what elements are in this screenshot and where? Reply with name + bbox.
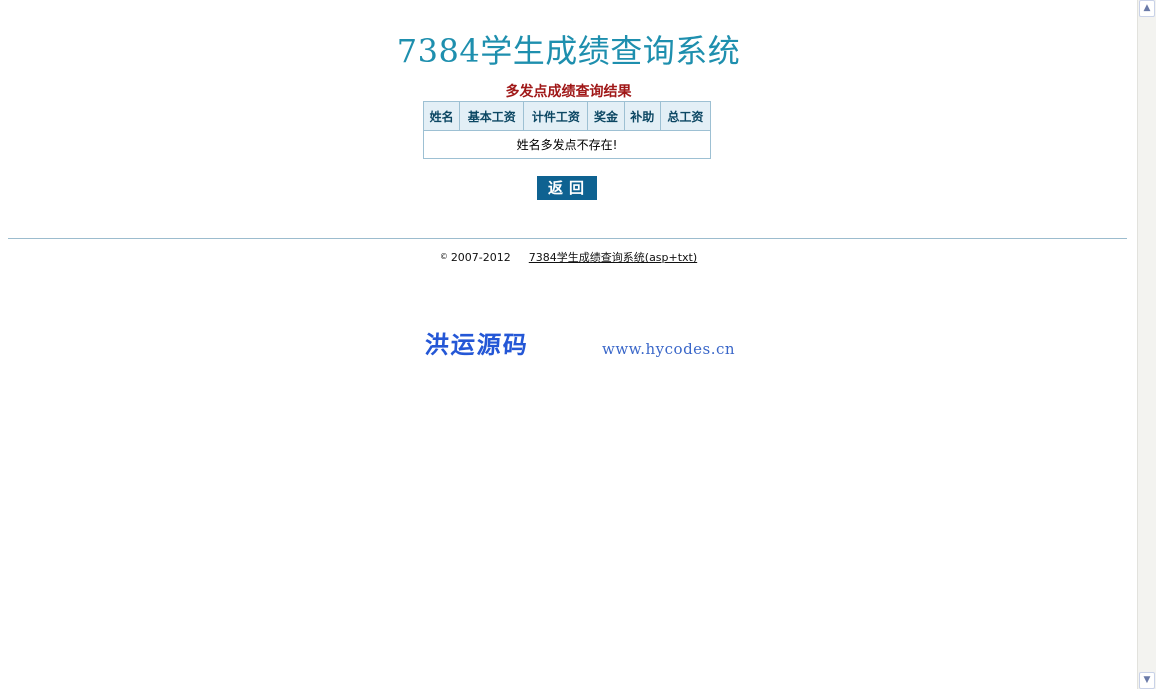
result-table: 姓名 基本工资 计件工资 奖金 补助 总工资 姓名多发点不存在! bbox=[422, 101, 712, 159]
back-button[interactable]: 返回 bbox=[537, 176, 597, 200]
copyright-years: 2007-2012 bbox=[450, 251, 511, 264]
page-viewport: 7384学生成绩查询系统 多发点成绩查询结果 姓名 基本工资 计件工资 奖金 补… bbox=[0, 0, 1137, 689]
scroll-down-icon[interactable]: ▼ bbox=[1139, 672, 1155, 689]
result-header-row: 姓名 基本工资 计件工资 奖金 补助 总工资 bbox=[422, 101, 712, 131]
scroll-up-icon[interactable]: ▲ bbox=[1139, 0, 1155, 17]
footer: © 2007-2012 7384学生成绩查询系统(asp+txt) bbox=[0, 249, 1137, 265]
column-header-subsidy: 补助 bbox=[623, 101, 661, 131]
not-found-message: 姓名多发点不存在! bbox=[423, 130, 711, 159]
brand-logo[interactable]: 洪运源码 bbox=[424, 325, 530, 360]
column-header-base-salary: 基本工资 bbox=[459, 101, 525, 131]
vertical-scrollbar[interactable]: ▲ ▼ bbox=[1137, 0, 1156, 689]
column-header-bonus: 奖金 bbox=[587, 101, 625, 131]
footer-divider bbox=[8, 238, 1127, 239]
table-row: 姓名多发点不存在! bbox=[423, 130, 711, 159]
copyright-icon: © bbox=[439, 252, 448, 261]
column-header-piecework-salary: 计件工资 bbox=[523, 101, 589, 131]
result-title: 多发点成绩查询结果 bbox=[505, 84, 632, 100]
column-header-total-salary: 总工资 bbox=[659, 101, 712, 131]
page-title: 7384学生成绩查询系统 bbox=[396, 32, 741, 70]
footer-system-link[interactable]: 7384学生成绩查询系统(asp+txt) bbox=[529, 251, 697, 264]
brand-url[interactable]: www.hycodes.cn bbox=[602, 340, 735, 358]
column-header-name: 姓名 bbox=[422, 101, 461, 131]
